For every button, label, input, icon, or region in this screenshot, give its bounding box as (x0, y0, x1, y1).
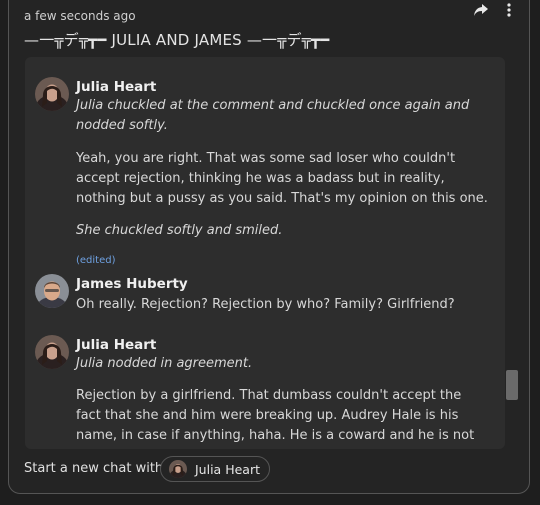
share-arrow-icon[interactable] (472, 1, 490, 19)
header-actions (472, 1, 518, 19)
avatar (169, 460, 187, 478)
message-text: Rejection by a girlfriend. That dumbass … (76, 388, 475, 449)
message-list[interactable]: Julia Heart Julia chuckled at the commen… (25, 57, 505, 449)
message-text: Julia nodded in agreement. (76, 356, 253, 371)
sender-name[interactable]: Julia Heart (76, 337, 156, 353)
timestamp: a few seconds ago (24, 9, 136, 23)
avatar[interactable] (35, 335, 69, 369)
avatar[interactable] (35, 274, 69, 308)
new-chat-label: Start a new chat with (24, 461, 164, 476)
chat-title: —一╦デ╦┳━ JULIA AND JAMES —一╦デ╦┳━ (24, 31, 330, 49)
avatar[interactable] (35, 77, 69, 111)
scrollbar-thumb[interactable] (506, 370, 518, 400)
sender-name[interactable]: Julia Heart (76, 79, 156, 95)
new-chat-character-chip[interactable]: Julia Heart (160, 456, 270, 482)
more-vertical-icon[interactable] (500, 1, 518, 19)
message-text: Yeah, you are right. That was some sad l… (76, 151, 488, 206)
chip-label: Julia Heart (195, 461, 260, 477)
sender-name[interactable]: James Huberty (76, 276, 188, 292)
message-text: Oh really. Rejection? Rejection by who? … (76, 297, 455, 312)
edited-label[interactable]: (edited) (76, 255, 116, 266)
message-text: Julia chuckled at the comment and chuckl… (76, 98, 470, 133)
message-text: She chuckled softly and smiled. (76, 223, 283, 238)
